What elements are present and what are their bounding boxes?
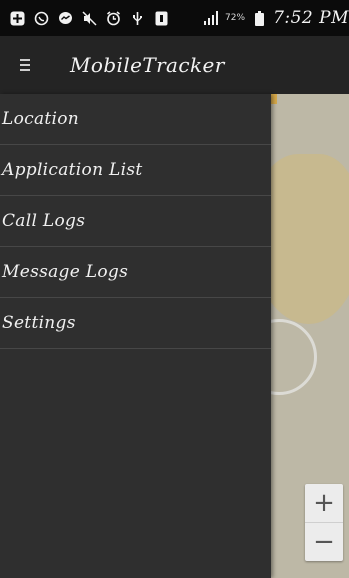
map-marker-icon (271, 94, 277, 104)
zoom-out-button[interactable]: − (305, 522, 343, 561)
clock: 7:52 PM (273, 8, 349, 28)
sim-icon (153, 10, 169, 26)
usb-icon (129, 10, 145, 26)
map-area-shape (271, 154, 349, 324)
alarm-icon (105, 10, 121, 26)
app-title: MobileTracker (70, 53, 225, 77)
signal-icon (203, 10, 219, 26)
status-bar: 72% 7:52 PM (0, 0, 349, 36)
app-screen: 72% 7:52 PM MobileTracker + − Location A… (0, 0, 349, 578)
status-indicators: 72% 7:52 PM (203, 0, 349, 36)
plus-square-icon (9, 10, 25, 26)
drawer-item-application-list[interactable]: Application List (0, 145, 271, 196)
drawer-item-call-logs[interactable]: Call Logs (0, 196, 271, 247)
battery-percent: 72% (225, 13, 246, 23)
messenger-icon (57, 10, 73, 26)
map-view[interactable]: + − (271, 94, 349, 578)
app-toolbar: MobileTracker (0, 36, 349, 94)
drawer-item-settings[interactable]: Settings (0, 298, 271, 349)
notification-icons (9, 10, 169, 26)
hamburger-menu-icon[interactable] (20, 54, 42, 76)
battery-icon (251, 10, 267, 26)
whatsapp-icon (33, 10, 49, 26)
zoom-in-button[interactable]: + (305, 484, 343, 522)
zoom-controls: + − (305, 484, 343, 561)
navigation-drawer: Location Application List Call Logs Mess… (0, 94, 271, 578)
drawer-item-location[interactable]: Location (0, 94, 271, 145)
map-road-ring (271, 319, 317, 395)
drawer-item-message-logs[interactable]: Message Logs (0, 247, 271, 298)
mute-icon (81, 10, 97, 26)
